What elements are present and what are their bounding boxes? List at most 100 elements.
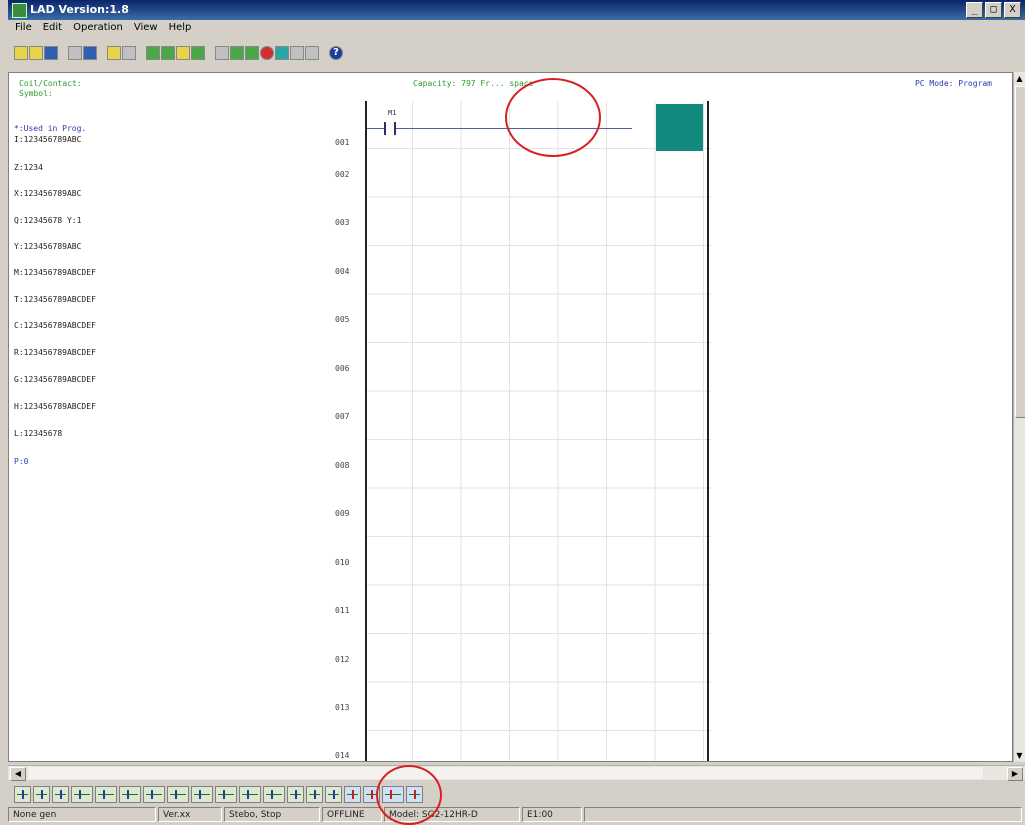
- scroll-up-icon[interactable]: ▲: [1015, 73, 1024, 84]
- rung-number: 009: [335, 509, 350, 518]
- rung-number: 010: [335, 558, 350, 567]
- rung-number: 006: [335, 364, 350, 373]
- contact-nc-icon[interactable]: [33, 785, 50, 803]
- rung-number: 012: [335, 655, 350, 664]
- horizontal-scrollbar[interactable]: ◀ ▶: [8, 765, 1025, 781]
- insert-rung-icon[interactable]: [382, 785, 404, 803]
- edit-cursor[interactable]: [656, 104, 703, 151]
- menu-bar: File Edit Operation View Help: [8, 22, 192, 38]
- menu-help[interactable]: Help: [168, 22, 193, 38]
- simulate-icon[interactable]: [275, 46, 289, 60]
- right-power-rail: [707, 101, 709, 761]
- symbol-label: Symbol:: [19, 89, 53, 98]
- scroll-right-icon[interactable]: ▶: [1007, 767, 1023, 781]
- rung-number: 001: [335, 138, 350, 147]
- close-button[interactable]: X: [1004, 2, 1021, 18]
- contact-label: M1: [388, 109, 397, 117]
- coil-set-icon[interactable]: [71, 785, 93, 803]
- delete-rung-icon[interactable]: [406, 785, 423, 803]
- open-file-icon[interactable]: [29, 46, 43, 60]
- rung-number: 007: [335, 412, 350, 421]
- pc-mode-label: PC Mode: Program: [914, 79, 992, 88]
- hmi-coil-icon[interactable]: [239, 785, 261, 803]
- scroll-left-icon[interactable]: ◀: [10, 767, 26, 781]
- zoom-icon[interactable]: [305, 46, 319, 60]
- capacity-label: Capacity: 797 Fr... space: [413, 79, 534, 88]
- status-state: Stebo, Stop: [224, 807, 320, 822]
- left-power-rail: [365, 101, 367, 761]
- rung-number: 008: [335, 461, 350, 470]
- help-icon[interactable]: ?: [329, 46, 343, 60]
- new-file-icon[interactable]: [14, 46, 28, 60]
- menu-view[interactable]: View: [133, 22, 159, 38]
- list-item: M:123456789ABCDEF: [14, 268, 96, 277]
- rtc-coil-icon[interactable]: [191, 785, 213, 803]
- list-item: Z:1234: [14, 163, 43, 172]
- symbol-header: Coil/Contact: Symbol:: [19, 79, 82, 99]
- run-icon[interactable]: [230, 46, 244, 60]
- vertical-line-icon[interactable]: [325, 785, 342, 803]
- window-title: LAD Version:1.8: [30, 3, 129, 16]
- rung-number: 005: [335, 315, 350, 324]
- rung-number: 013: [335, 703, 350, 712]
- print-icon[interactable]: [68, 46, 82, 60]
- ladder-editor[interactable]: Coil/Contact: Symbol: Capacity: 797 Fr..…: [8, 72, 1013, 762]
- link-icon[interactable]: [287, 785, 304, 803]
- title-bar: LAD Version:1.8 _ □ X: [8, 0, 1025, 20]
- stop-icon[interactable]: [260, 46, 274, 60]
- menu-operation[interactable]: Operation: [72, 22, 124, 38]
- app-icon: [12, 3, 27, 18]
- coil-contact-label: Coil/Contact:: [19, 79, 82, 88]
- counter-coil-icon[interactable]: [167, 785, 189, 803]
- rung-number: 011: [335, 606, 350, 615]
- list-item: L:12345678: [14, 429, 63, 438]
- status-filler: [584, 807, 1022, 822]
- transfer-icon[interactable]: [176, 46, 190, 60]
- list-item: H:123456789ABCDEF: [14, 402, 96, 411]
- menu-edit[interactable]: Edit: [42, 22, 63, 38]
- list-item: *:Used in Prog.: [14, 124, 87, 133]
- compile-icon[interactable]: [146, 46, 160, 60]
- rung-number: 004: [335, 267, 350, 276]
- coil-reset-icon[interactable]: [95, 785, 117, 803]
- rung-number: 014: [335, 751, 350, 760]
- delete-icon[interactable]: [306, 785, 323, 803]
- cut-icon[interactable]: [107, 46, 121, 60]
- list-item: X:123456789ABC: [14, 189, 82, 198]
- monitor-icon[interactable]: [215, 46, 229, 60]
- main-toolbar: ?: [8, 43, 343, 63]
- check-icon[interactable]: [161, 46, 175, 60]
- timer-coil-icon[interactable]: [143, 785, 165, 803]
- contact-p-icon[interactable]: [52, 785, 69, 803]
- pwm-coil-icon[interactable]: [263, 785, 285, 803]
- status-bar: None gen Ver.xx Stebo, Stop OFFLINE Mode…: [8, 807, 1025, 823]
- vertical-scrollbar[interactable]: ▲ ▼: [1013, 72, 1025, 762]
- print-preview-icon[interactable]: [83, 46, 97, 60]
- undo-icon[interactable]: [122, 46, 136, 60]
- scrollbar-thumb[interactable]: [28, 767, 983, 779]
- list-item: Y:123456789ABC: [14, 242, 82, 251]
- list-item: I:123456789ABC: [14, 135, 82, 144]
- step-icon[interactable]: [245, 46, 259, 60]
- list-item: C:123456789ABCDEF: [14, 321, 96, 330]
- insert-line-icon[interactable]: [344, 785, 361, 803]
- compare-coil-icon[interactable]: [215, 785, 237, 803]
- menu-file[interactable]: File: [14, 22, 33, 38]
- list-item: G:123456789ABCDEF: [14, 375, 96, 384]
- list-item: T:123456789ABCDEF: [14, 295, 96, 304]
- save-icon[interactable]: [44, 46, 58, 60]
- contact-symbol[interactable]: [384, 122, 396, 135]
- list-item: R:123456789ABCDEF: [14, 348, 96, 357]
- contact-no-icon[interactable]: [14, 785, 31, 803]
- coil-p-icon[interactable]: [119, 785, 141, 803]
- minimize-button[interactable]: _: [966, 2, 983, 18]
- scrollbar-thumb[interactable]: [1015, 86, 1025, 418]
- download-icon[interactable]: [191, 46, 205, 60]
- compare-icon[interactable]: [290, 46, 304, 60]
- rung-number: 003: [335, 218, 350, 227]
- ladder-grid[interactable]: [365, 101, 711, 761]
- maximize-button[interactable]: □: [985, 2, 1002, 18]
- delete-line-icon[interactable]: [363, 785, 380, 803]
- scroll-down-icon[interactable]: ▼: [1015, 750, 1024, 761]
- list-item: P:0: [14, 457, 29, 466]
